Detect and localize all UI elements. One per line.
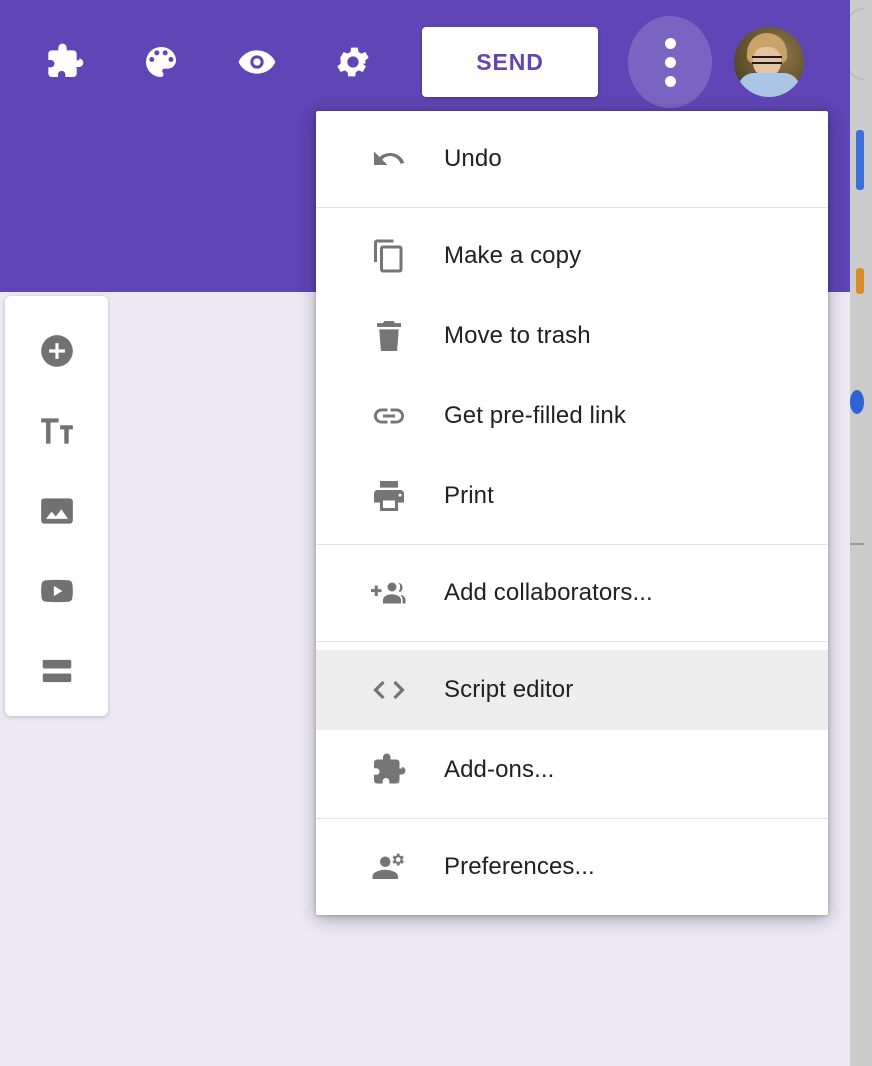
- more-dot-2: [664, 56, 676, 68]
- sidebar-item-add-image[interactable]: [28, 482, 86, 540]
- menu-item-label: Move to trash: [444, 322, 591, 349]
- add-collaborators-icon: [368, 572, 410, 614]
- menu-item-script-editor[interactable]: Script editor: [316, 650, 828, 730]
- menu-item-add-collaborators[interactable]: Add collaborators...: [316, 553, 828, 633]
- menu-item-label: Undo: [444, 145, 502, 172]
- avatar-glasses: [752, 56, 782, 64]
- addons-button[interactable]: [34, 31, 96, 93]
- copy-icon: [368, 235, 410, 277]
- background-rounded-shape: [848, 8, 864, 80]
- background-blue-dot: [850, 390, 864, 414]
- more-menu-button[interactable]: [628, 16, 712, 108]
- puzzle-icon: [368, 749, 410, 791]
- avatar-shirt: [738, 73, 800, 97]
- person-settings-icon: [368, 846, 410, 888]
- add-section-icon: [38, 652, 76, 690]
- sidebar-item-add-video[interactable]: [28, 562, 86, 620]
- menu-group-preferences: Preferences...: [316, 818, 828, 915]
- menu-item-undo[interactable]: Undo: [316, 119, 828, 199]
- menu-item-label: Preferences...: [444, 853, 595, 880]
- sidebar-item-add-title[interactable]: [28, 402, 86, 460]
- menu-item-label: Add collaborators...: [444, 579, 653, 606]
- menu-item-preferences[interactable]: Preferences...: [316, 827, 828, 907]
- preview-button[interactable]: [226, 31, 288, 93]
- menu-item-get-prefilled-link[interactable]: Get pre-filled link: [316, 376, 828, 456]
- menu-item-label: Add-ons...: [444, 756, 555, 783]
- header-toolbar: SEND: [0, 0, 850, 124]
- send-button[interactable]: SEND: [422, 27, 598, 97]
- undo-icon: [368, 138, 410, 180]
- menu-item-label: Get pre-filled link: [444, 402, 626, 429]
- menu-item-add-ons[interactable]: Add-ons...: [316, 730, 828, 810]
- background-orange-bar: [856, 268, 864, 294]
- menu-item-move-to-trash[interactable]: Move to trash: [316, 296, 828, 376]
- print-icon: [368, 475, 410, 517]
- code-brackets-icon: [368, 669, 410, 711]
- theme-button[interactable]: [130, 31, 192, 93]
- menu-item-print[interactable]: Print: [316, 456, 828, 536]
- gear-icon: [333, 42, 373, 82]
- background-divider-line: [850, 543, 864, 545]
- menu-group-developer: Script editor Add-ons...: [316, 641, 828, 818]
- sidebar-item-add-question[interactable]: [28, 322, 86, 380]
- menu-group-file-actions: Make a copy Move to trash Get pre-filled…: [316, 207, 828, 544]
- more-dropdown-menu: Undo Make a copy Move to trash Get pre-f…: [316, 111, 828, 915]
- menu-item-label: Make a copy: [444, 242, 582, 269]
- add-title-icon: [38, 412, 76, 450]
- puzzle-icon: [45, 42, 85, 82]
- more-dot-1: [664, 37, 676, 49]
- trash-icon: [368, 315, 410, 357]
- menu-group-undo: Undo: [316, 111, 828, 207]
- menu-item-make-a-copy[interactable]: Make a copy: [316, 216, 828, 296]
- avatar[interactable]: [734, 27, 804, 97]
- background-window-strip: [848, 0, 872, 1066]
- menu-item-label: Print: [444, 482, 494, 509]
- more-dot-3: [664, 75, 676, 87]
- add-video-icon: [38, 572, 76, 610]
- add-question-icon: [38, 332, 76, 370]
- add-image-icon: [38, 492, 76, 530]
- link-icon: [368, 395, 410, 437]
- sidebar-item-add-section[interactable]: [28, 642, 86, 700]
- menu-item-label: Script editor: [444, 676, 574, 703]
- settings-button[interactable]: [322, 31, 384, 93]
- insert-sidebar: [5, 296, 108, 716]
- menu-group-collaborators: Add collaborators...: [316, 544, 828, 641]
- palette-icon: [141, 42, 181, 82]
- background-blue-bar: [856, 130, 864, 190]
- eye-icon: [237, 42, 277, 82]
